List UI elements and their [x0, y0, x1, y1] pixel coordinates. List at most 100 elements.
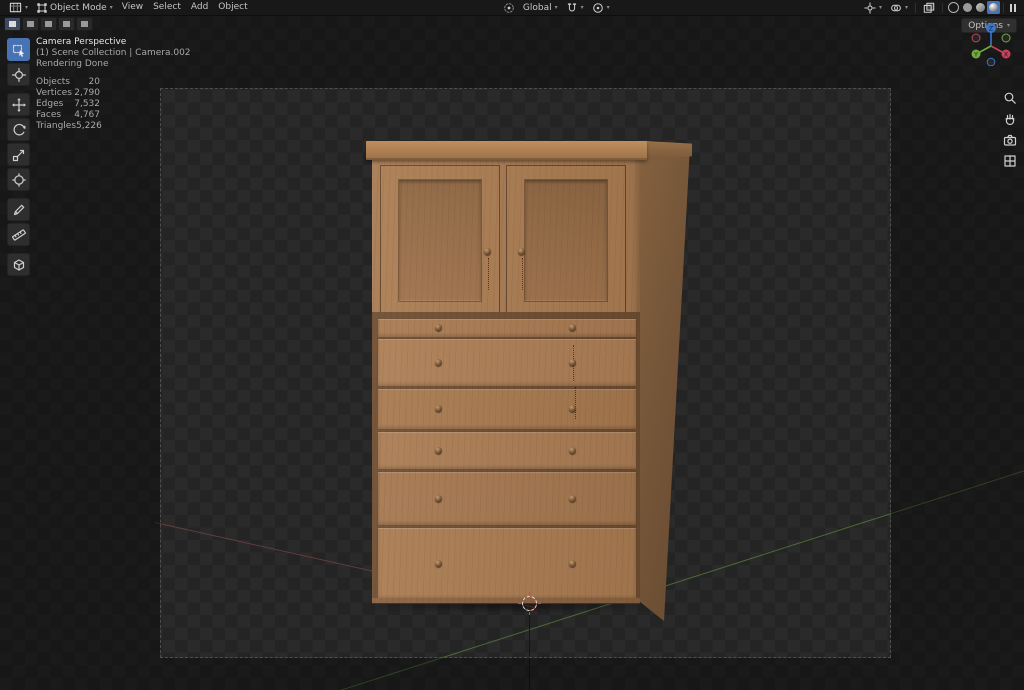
pause-button[interactable]	[1007, 3, 1019, 12]
chevron-down-icon: ▾	[904, 4, 908, 11]
tool-select-box-button[interactable]	[7, 38, 30, 61]
proportional-edit-toggle[interactable]: ▾	[588, 0, 614, 15]
toggle-xray-button[interactable]	[919, 0, 939, 15]
object-mode-icon	[37, 2, 47, 13]
transform-pivot-selector[interactable]	[499, 0, 519, 15]
toggle-perspective-button[interactable]	[1002, 153, 1018, 169]
menu-add[interactable]: Add	[186, 0, 213, 15]
cabinet-door-right	[506, 165, 626, 315]
viewport-nav-buttons	[1002, 90, 1018, 169]
xray-icon	[923, 2, 935, 13]
chevron-down-icon: ▾	[25, 4, 29, 11]
chevron-down-icon: ▾	[878, 4, 882, 11]
seam-dots	[488, 258, 489, 290]
drawer	[377, 471, 637, 526]
render-status: Rendering Done	[36, 59, 109, 69]
axis-minus-x	[971, 33, 981, 43]
cabinet-drawer-stack	[372, 312, 640, 604]
scale-icon	[12, 149, 24, 161]
axis-minus-y	[1001, 33, 1011, 43]
editor-type-selector[interactable]: ▾	[5, 0, 32, 15]
tool-measure-button[interactable]	[7, 223, 30, 246]
door-knob	[484, 248, 491, 255]
seam-dots	[522, 258, 523, 290]
select-mode-extend-button[interactable]	[22, 17, 39, 31]
viewport-3d[interactable]: Camera Perspective (1) Scene Collection …	[0, 15, 1024, 690]
3d-cursor[interactable]	[518, 592, 541, 615]
door-panel	[398, 179, 482, 302]
material-preview-icon	[976, 3, 985, 12]
transform-orientation-selector[interactable]: Global ▾	[519, 0, 562, 15]
navigation-gizmo[interactable]: Z X Y	[967, 18, 1015, 70]
drawer	[377, 318, 637, 338]
top-menu-bar: ▾ Object Mode ▾ View Select Add Object G…	[0, 0, 1024, 16]
select-mode-invert-button[interactable]	[58, 17, 75, 31]
camera-icon	[1003, 134, 1017, 146]
svg-text:Z: Z	[989, 24, 994, 32]
tool-rotate-button[interactable]	[7, 118, 30, 141]
select-mode-new-button[interactable]	[4, 17, 21, 31]
show-gizmo-toggle[interactable]: ▾	[860, 0, 886, 15]
wireframe-icon	[948, 2, 959, 13]
orientation-label: Global	[522, 2, 552, 13]
cabinet-side-panel	[640, 146, 690, 621]
solid-shading-icon	[963, 3, 972, 12]
transform-icon	[11, 172, 26, 187]
viewport-info-overlay: Camera Perspective (1) Scene Collection …	[36, 37, 191, 132]
menu-view[interactable]: View	[117, 0, 148, 15]
stat-row: Edges 7,532	[36, 99, 100, 109]
select-mode-intersect-button[interactable]	[76, 17, 93, 31]
mode-selector[interactable]: Object Mode ▾	[32, 0, 117, 15]
tool-annotate-button[interactable]	[7, 198, 30, 221]
camera-view-button[interactable]	[1002, 132, 1018, 148]
cabinet-base	[372, 598, 640, 603]
rendered-shading-icon	[989, 3, 998, 12]
chevron-down-icon: ▾	[554, 4, 558, 11]
chevron-down-icon: ▾	[606, 4, 610, 11]
pivot-point-icon	[504, 2, 514, 13]
overlays-icon	[891, 4, 901, 11]
annotate-pencil-icon	[13, 204, 24, 215]
menu-select[interactable]: Select	[148, 0, 186, 15]
tool-settings-bar	[4, 17, 93, 31]
move-icon	[11, 97, 26, 112]
chevron-down-icon: ▾	[109, 4, 113, 11]
drawer	[377, 527, 637, 600]
show-overlays-toggle[interactable]: ▾	[886, 0, 912, 15]
stat-row: Vertices 2,790	[36, 88, 100, 98]
shading-solid-button[interactable]	[961, 1, 974, 14]
drawer	[377, 338, 637, 387]
snap-toggle[interactable]: ▾	[562, 0, 588, 15]
viewport-editor-icon	[9, 2, 22, 13]
menu-object[interactable]: Object	[213, 0, 252, 15]
tool-cursor-button[interactable]	[7, 63, 30, 86]
pan-button[interactable]	[1002, 111, 1018, 127]
drawer	[377, 388, 637, 430]
shading-wireframe-button[interactable]	[946, 0, 961, 15]
shading-rendered-button[interactable]	[987, 1, 1000, 14]
seam-dots	[575, 387, 576, 419]
cabinet-door-left	[380, 165, 500, 315]
view-name: Camera Perspective	[36, 37, 127, 47]
svg-text:X: X	[1004, 50, 1009, 58]
select-mode-subtract-button[interactable]	[40, 17, 57, 31]
scene-statistics: Objects 20 Vertices 2,790 Edges 7,532 Faces…	[36, 77, 191, 132]
zoom-button[interactable]	[1002, 90, 1018, 106]
cabinet-cornice	[366, 141, 647, 160]
origin-vertical-line	[529, 611, 530, 690]
gizmo-icon	[864, 1, 876, 14]
tool-move-button[interactable]	[7, 93, 30, 116]
tool-transform-button[interactable]	[7, 168, 30, 191]
stat-row: Faces 4,767	[36, 110, 100, 120]
measure-ruler-icon	[11, 228, 26, 241]
zoom-icon	[1004, 92, 1016, 104]
grid-icon	[1004, 155, 1016, 167]
magnet-icon	[567, 2, 576, 11]
stat-row: Objects 20	[36, 77, 100, 87]
drawer	[377, 431, 637, 470]
axis-minus-z	[986, 57, 996, 67]
tool-scale-button[interactable]	[7, 143, 30, 166]
shading-material-button[interactable]	[974, 1, 987, 14]
hand-icon	[1005, 114, 1015, 126]
tool-add-cube-button[interactable]	[7, 253, 30, 276]
